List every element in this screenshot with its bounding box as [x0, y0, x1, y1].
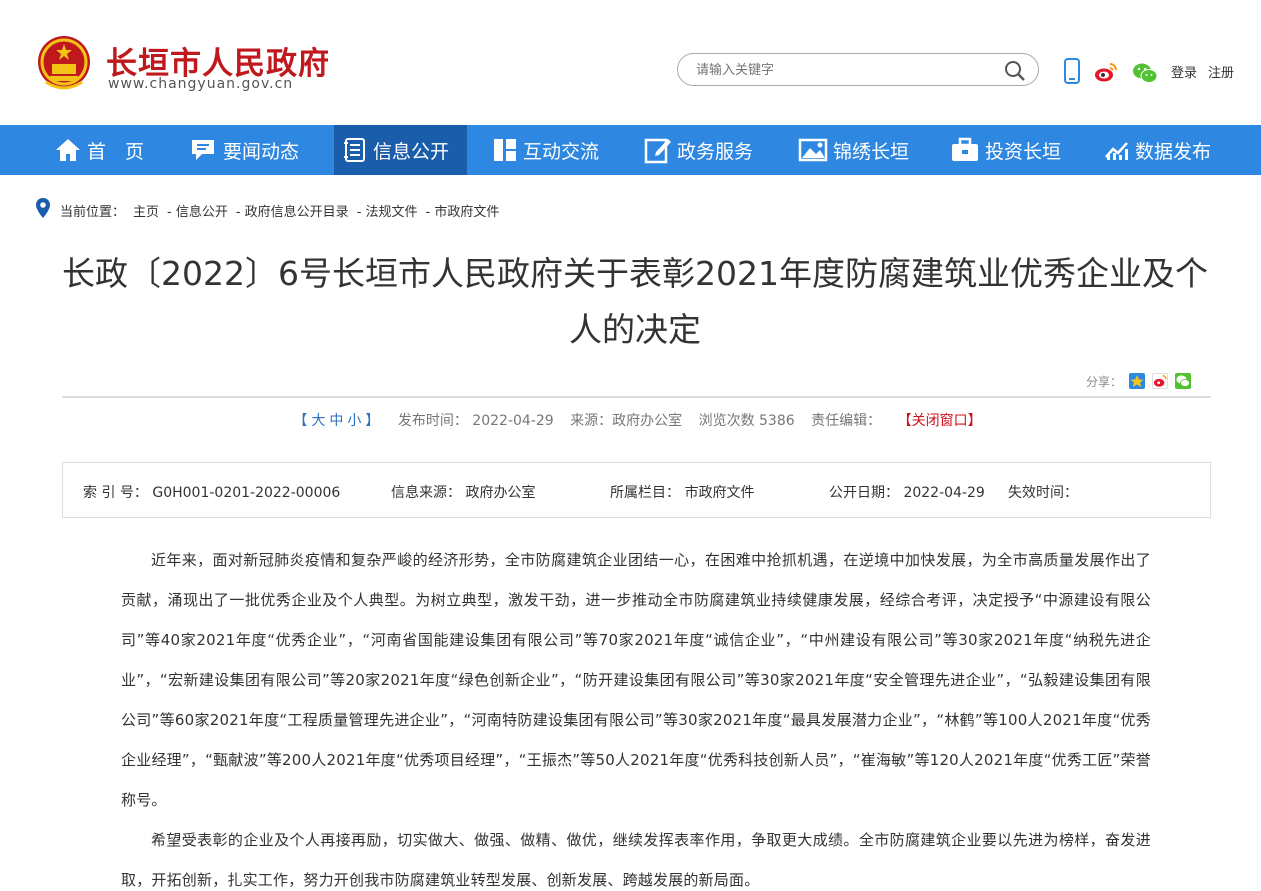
- nav-label: 数据发布: [1135, 140, 1212, 163]
- register-link[interactable]: 注册: [1208, 62, 1234, 81]
- chat-icon: [192, 140, 214, 160]
- wechat-share-icon[interactable]: [1175, 373, 1192, 389]
- breadcrumb-regulations[interactable]: - 法规文件: [357, 201, 418, 220]
- nav-label: 要闻动态: [223, 140, 300, 163]
- font-size-small[interactable]: 小: [347, 413, 361, 429]
- info-box: 索 引 号： G0H001-0201-2022-00006 信息来源： 政府办公…: [62, 462, 1211, 518]
- column: 所属栏目： 市政府文件: [610, 485, 755, 501]
- nav-item-home[interactable]: 首 页: [36, 125, 166, 175]
- nav-label: 互动交流: [523, 140, 600, 163]
- national-emblem-icon: [36, 34, 92, 92]
- article-meta: 【大中小】 发布时间： 2022-04-29 来源：政府办公室 浏览次数 538…: [62, 410, 1211, 430]
- nav-label: 政务服务: [677, 140, 754, 163]
- weibo-share-icon[interactable]: [1152, 373, 1169, 389]
- responsible-editor: 责任编辑：: [811, 413, 882, 429]
- share-bar: 分享：: [1086, 372, 1192, 390]
- notebook-icon: [344, 138, 365, 162]
- publish-time: 发布时间： 2022-04-29: [397, 413, 554, 429]
- site-url: www.changyuan.gov.cn: [108, 76, 294, 92]
- nav-item-interaction[interactable]: 互动交流: [482, 125, 622, 175]
- expire-time: 失效时间：: [1008, 485, 1078, 501]
- article-source: 来源：政府办公室: [570, 413, 683, 429]
- view-count: 浏览次数 5386: [698, 413, 795, 429]
- location-pin-icon: [36, 198, 50, 222]
- weibo-icon[interactable]: [1094, 61, 1118, 87]
- home-icon: [56, 139, 80, 161]
- public-date: 公开日期： 2022-04-29: [829, 485, 985, 501]
- breadcrumb: 当前位置： 主页 - 信息公开 - 政府信息公开目录 - 法规文件 - 市政府文…: [36, 198, 507, 222]
- paragraph: 希望受表彰的企业及个人再接再励，切实做大、做强、做精、做优，继续发挥表率作用，争…: [121, 831, 1151, 889]
- breadcrumb-catalog[interactable]: - 政府信息公开目录: [236, 201, 349, 220]
- font-size-medium[interactable]: 中: [329, 413, 343, 429]
- picture-icon: [798, 138, 828, 162]
- nav-item-info-public[interactable]: 信息公开: [334, 125, 467, 175]
- main-nav: 首 页 要闻动态 信息公开 互动交流 政务服务 锦绣长垣 投资长垣 数据发布: [0, 125, 1261, 175]
- search-box: [677, 53, 1039, 86]
- title-divider: [62, 396, 1211, 398]
- qzone-share-icon[interactable]: [1129, 373, 1146, 389]
- breadcrumb-info-public[interactable]: - 信息公开: [167, 201, 228, 220]
- search-icon[interactable]: [1004, 60, 1026, 82]
- nav-label: 首 页: [87, 140, 145, 163]
- font-size-bracket-open: 【: [293, 413, 308, 429]
- nav-label: 锦绣长垣: [833, 140, 910, 163]
- breadcrumb-home[interactable]: 主页: [133, 201, 159, 220]
- login-link[interactable]: 登录: [1171, 62, 1197, 81]
- close-window-link[interactable]: 【关闭窗口】: [898, 413, 982, 429]
- index-number: 索 引 号： G0H001-0201-2022-00006: [83, 485, 341, 501]
- nav-item-news[interactable]: 要闻动态: [172, 125, 314, 175]
- share-label: 分享：: [1086, 374, 1123, 389]
- article-title: 长政〔2022〕6号长垣市人民政府关于表彰2021年度防腐建筑业优秀企业及个人的…: [62, 254, 1208, 349]
- font-size-switch: 【大中小】: [291, 413, 381, 429]
- nav-label: 投资长垣: [985, 140, 1062, 163]
- mobile-icon[interactable]: [1064, 58, 1080, 88]
- briefcase-icon: [952, 137, 978, 161]
- breadcrumb-city-files[interactable]: - 市政府文件: [426, 201, 500, 220]
- wechat-icon[interactable]: [1132, 62, 1158, 88]
- info-source: 信息来源： 政府办公室: [391, 485, 536, 501]
- breadcrumb-label: 当前位置：: [60, 204, 126, 220]
- paragraph: 近年来，面对新冠肺炎疫情和复杂严峻的经济形势，全市防腐建筑企业团结一心，在困难中…: [121, 551, 1151, 809]
- site-header: 长垣市人民政府 www.changyuan.gov.cn 登录 注册: [0, 0, 1261, 125]
- font-size-large[interactable]: 大: [311, 413, 325, 429]
- font-size-bracket-close: 】: [365, 413, 380, 429]
- nav-item-scenery[interactable]: 锦绣长垣: [788, 125, 928, 175]
- nav-item-investment[interactable]: 投资长垣: [940, 125, 1080, 175]
- nav-label: 信息公开: [373, 140, 450, 163]
- nav-item-data[interactable]: 数据发布: [1094, 125, 1234, 175]
- nav-item-services[interactable]: 政务服务: [636, 125, 776, 175]
- chart-icon: [1105, 142, 1128, 160]
- layout-icon: [494, 139, 516, 161]
- edit-icon: [644, 138, 671, 164]
- search-input[interactable]: [696, 60, 996, 80]
- article-content: 近年来，面对新冠肺炎疫情和复杂严峻的经济形势，全市防腐建筑企业团结一心，在困难中…: [121, 540, 1151, 891]
